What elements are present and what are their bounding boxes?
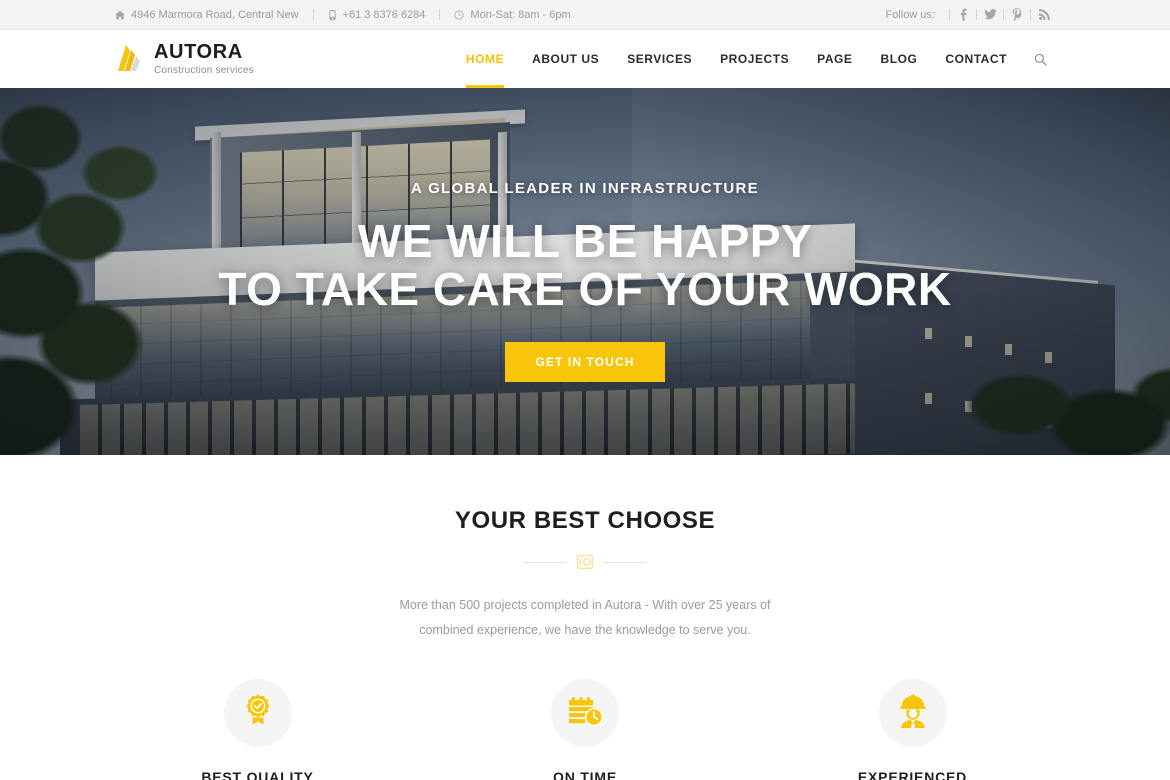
social-divider [976, 9, 977, 20]
topbar-address-text: 4946 Marmora Road, Central New [131, 8, 299, 21]
topbar-address: 4946 Marmora Road, Central New [115, 9, 299, 21]
topbar-social-group: Follow us: [885, 5, 1055, 25]
phone-icon [328, 9, 337, 20]
brand-tagline: Construction services [154, 65, 254, 76]
social-divider [949, 9, 950, 20]
pinterest-icon[interactable] [1006, 5, 1028, 25]
main-navigation: HOME ABOUT US SERVICES PROJECTS PAGE BLO… [452, 30, 1055, 88]
feature-item-on-time: ON TIME At our company, we respect the c… [443, 679, 728, 780]
hero-title: WE WILL BE HAPPY TO TAKE CARE OF YOUR WO… [218, 217, 951, 314]
hero-title-line-2: TO TAKE CARE OF YOUR WORK [218, 263, 952, 316]
topbar-hours: Mon-Sat: 8am - 6pm [454, 8, 571, 21]
top-bar: 4946 Marmora Road, Central New +61 3 837… [0, 0, 1170, 30]
get-in-touch-button[interactable]: GET IN TOUCH [504, 341, 666, 382]
divider-line-right [604, 561, 646, 563]
rss-icon[interactable] [1033, 5, 1055, 25]
feature-item-experienced: EXPERIENCED As the saying goes practice … [770, 679, 1055, 780]
section-description: More than 500 projects completed in Auto… [399, 598, 771, 637]
topbar-phone[interactable]: +61 3 8376 6284 [328, 8, 426, 21]
search-icon[interactable] [1025, 30, 1055, 88]
construction-worker-icon [896, 693, 930, 734]
feature-list: BEST QUALITY Autora Construction Service… [115, 679, 1055, 780]
nav-item-services[interactable]: SERVICES [613, 30, 706, 88]
your-best-choose-section: YOUR BEST CHOOSE More than 500 projects … [0, 455, 1170, 780]
autora-logo-icon [115, 43, 145, 75]
feature-title: ON TIME [553, 769, 617, 780]
topbar-phone-text: +61 3 8376 6284 [342, 8, 426, 21]
social-divider [1003, 9, 1004, 20]
nav-item-about-us[interactable]: ABOUT US [518, 30, 613, 88]
logo[interactable]: AUTORA Construction services [115, 42, 254, 76]
topbar-divider [439, 9, 441, 20]
divider-ornament-icon [574, 551, 596, 573]
nav-item-projects[interactable]: PROJECTS [706, 30, 803, 88]
nav-item-blog[interactable]: BLOG [867, 30, 932, 88]
section-divider [115, 551, 1055, 573]
site-header: AUTORA Construction services HOME ABOUT … [0, 30, 1170, 88]
nav-item-page[interactable]: PAGE [803, 30, 866, 88]
social-divider [1030, 9, 1031, 20]
twitter-icon[interactable] [979, 5, 1001, 25]
topbar-hours-text: Mon-Sat: 8am - 6pm [470, 8, 571, 21]
nav-item-contact[interactable]: CONTACT [931, 30, 1021, 88]
divider-line-left [524, 561, 566, 563]
brand-name: AUTORA [154, 41, 243, 63]
feature-icon-wrap [223, 679, 292, 747]
facebook-icon[interactable] [952, 5, 974, 25]
topbar-contact-group: 4946 Marmora Road, Central New +61 3 837… [115, 9, 571, 21]
feature-icon-wrap [551, 679, 619, 747]
hero-subtitle: A GLOBAL LEADER IN INFRASTRUCTURE [411, 180, 759, 197]
feature-icon-wrap [878, 679, 947, 747]
feature-title: BEST QUALITY [201, 769, 314, 780]
feature-title: EXPERIENCED [857, 769, 968, 780]
clock-icon [454, 9, 464, 20]
follow-us-label: Follow us: [885, 8, 935, 21]
home-pin-icon [115, 10, 125, 20]
feature-item-best-quality: BEST QUALITY Autora Construction Service… [115, 679, 400, 780]
hero-banner: A GLOBAL LEADER IN INFRASTRUCTURE WE WIL… [0, 88, 1170, 455]
calendar-clock-icon [567, 694, 603, 733]
topbar-divider [312, 9, 314, 20]
hero-title-line-1: WE WILL BE HAPPY [357, 215, 813, 267]
award-badge-icon [241, 693, 275, 734]
nav-item-home[interactable]: HOME [452, 30, 518, 88]
section-title: YOUR BEST CHOOSE [454, 507, 716, 534]
